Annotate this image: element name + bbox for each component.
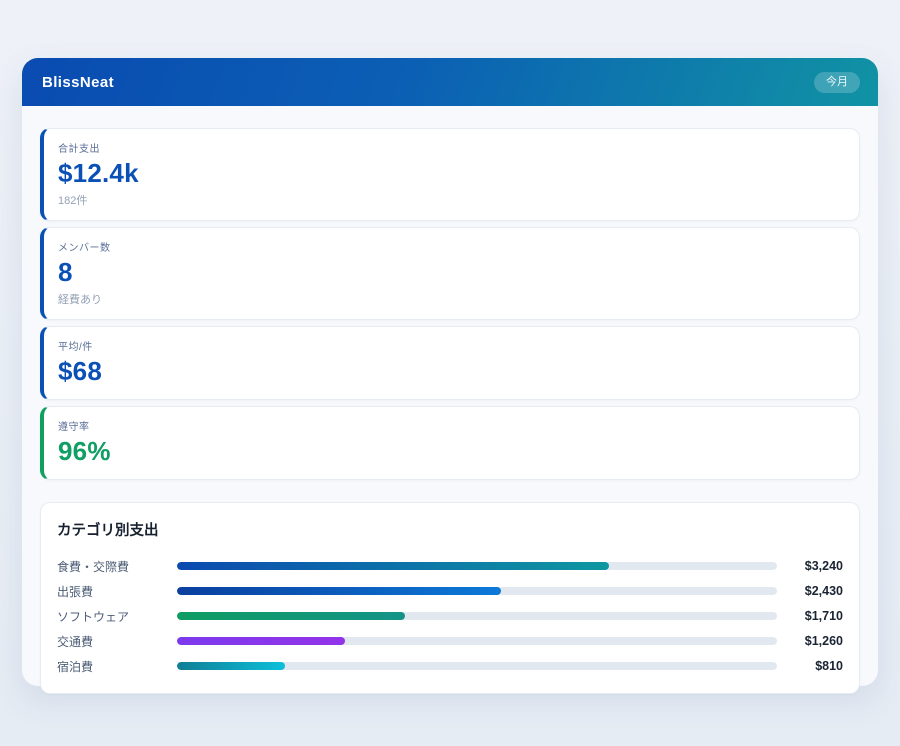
category-row: 出張費 $2,430 (57, 579, 843, 604)
category-label: 宿泊費 (57, 658, 177, 675)
stat-value: $12.4k (58, 159, 845, 189)
bar-track (177, 587, 777, 595)
stat-label: メンバー数 (58, 239, 845, 254)
stat-label: 遵守率 (58, 418, 845, 433)
category-row: ソフトウェア $1,710 (57, 604, 843, 629)
category-value: $3,240 (777, 559, 843, 573)
stat-card: メンバー数 8 経費あり (40, 227, 860, 320)
stat-label: 合計支出 (58, 140, 845, 155)
category-card-title: カテゴリ別支出 (57, 519, 843, 540)
stat-card: 遵守率 96% (40, 406, 860, 480)
category-row: 交通費 $1,260 (57, 629, 843, 654)
stat-value: 96% (58, 437, 845, 467)
bar-track (177, 637, 777, 645)
stat-value: $68 (58, 357, 845, 387)
bar-track (177, 562, 777, 570)
category-label: 交通費 (57, 633, 177, 650)
category-label: 出張費 (57, 583, 177, 600)
category-bar-list: 食費・交際費 $3,240 出張費 $2,430 ソフトウェア $1,710 交通費 $1,2… (57, 554, 843, 679)
category-label: ソフトウェア (57, 608, 177, 625)
app-title: BlissNeat (42, 74, 114, 91)
category-value: $2,430 (777, 584, 843, 598)
period-badge[interactable]: 今月 (814, 72, 860, 93)
category-row: 宿泊費 $810 (57, 654, 843, 679)
bar-track (177, 662, 777, 670)
category-label: 食費・交際費 (57, 558, 177, 575)
stat-card: 平均/件 $68 (40, 326, 860, 400)
stat-value: 8 (58, 258, 845, 288)
stat-subtext: 経費あり (58, 291, 845, 307)
stat-label: 平均/件 (58, 338, 845, 353)
bar-fill (177, 562, 609, 570)
category-value: $1,260 (777, 634, 843, 648)
app-header: BlissNeat 今月 (22, 58, 878, 106)
stat-subtext: 182件 (58, 192, 845, 208)
stats-section: 合計支出 $12.4k 182件メンバー数 8 経費あり平均/件 $68 遵守率 96% (22, 106, 878, 480)
category-breakdown-card: カテゴリ別支出 食費・交際費 $3,240 出張費 $2,430 ソフトウェア $1,71… (40, 502, 860, 694)
category-value: $1,710 (777, 609, 843, 623)
bar-fill (177, 612, 405, 620)
bar-fill (177, 637, 345, 645)
bar-fill (177, 587, 501, 595)
bar-track (177, 612, 777, 620)
stat-card: 合計支出 $12.4k 182件 (40, 128, 860, 221)
bar-fill (177, 662, 285, 670)
category-value: $810 (777, 659, 843, 673)
dashboard-panel: BlissNeat 今月 合計支出 $12.4k 182件メンバー数 8 経費あり平均/… (22, 58, 878, 686)
category-row: 食費・交際費 $3,240 (57, 554, 843, 579)
